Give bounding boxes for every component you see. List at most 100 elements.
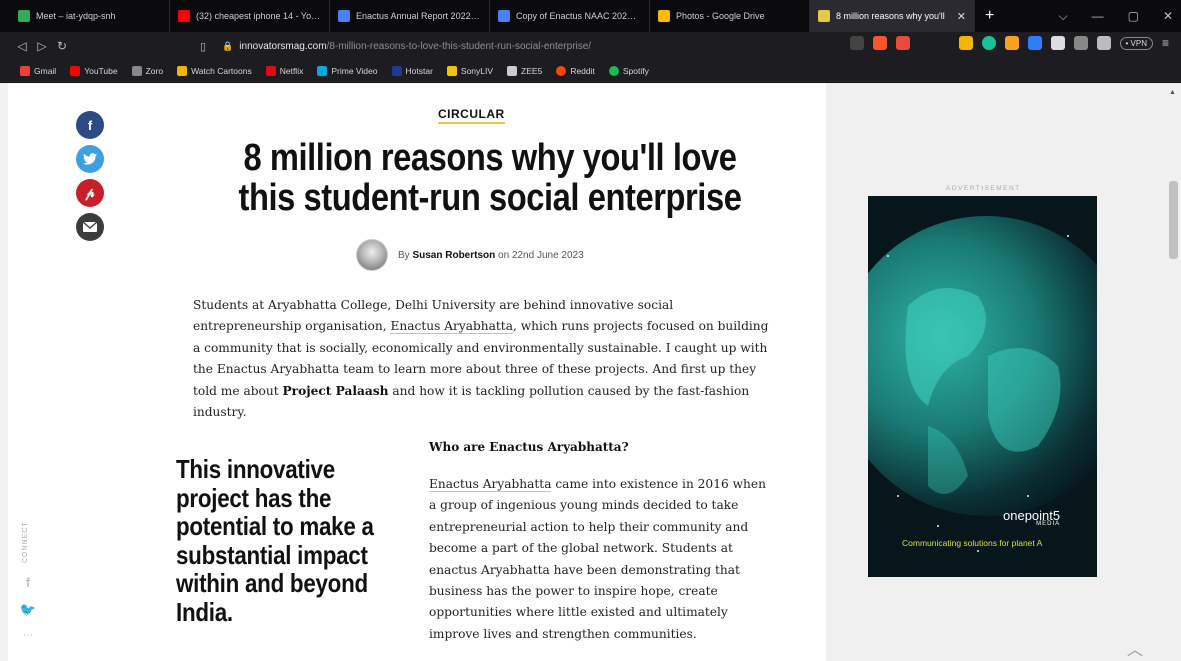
lock-icon: 🔒	[222, 40, 234, 51]
tab-label: Copy of Enactus NAAC 2021-22	[516, 11, 641, 21]
tab-naac[interactable]: Copy of Enactus NAAC 2021-22	[490, 0, 650, 32]
bookmark-watch-cartoons[interactable]: Watch Cartoons	[177, 65, 252, 76]
twitter-icon[interactable]	[76, 145, 104, 173]
gmail-icon	[20, 65, 30, 76]
brave-shield-icon[interactable]	[872, 36, 887, 50]
tab-label: Meet – iat-ydqp-snh	[36, 11, 116, 21]
enactus-link[interactable]: Enactus Aryabhatta	[429, 477, 552, 492]
meet-icon	[18, 10, 30, 22]
chevron-down-icon[interactable]: ⌵	[1058, 9, 1067, 24]
publish-date: 22nd June 2023	[511, 249, 584, 261]
tab-active-article[interactable]: 8 million reasons why you'll ✕	[810, 0, 975, 32]
globe-illustration	[868, 216, 1097, 552]
site-favicon-icon	[818, 10, 830, 22]
forward-icon[interactable]: ▷	[32, 39, 52, 53]
scroll-up-icon[interactable]: ▲	[1169, 89, 1176, 96]
youtube-icon	[70, 65, 81, 76]
share-icon[interactable]	[849, 36, 864, 50]
cartoons-icon	[177, 65, 188, 76]
back-to-top-icon[interactable]: ︿	[1127, 636, 1143, 660]
more-icon[interactable]: ⋯	[23, 630, 33, 641]
author-name[interactable]: Susan Robertson	[412, 250, 495, 261]
body-paragraph: Enactus Aryabhatta came into existence i…	[429, 477, 766, 641]
bookmark-zoro[interactable]: Zoro	[131, 65, 163, 76]
ad-brand: onepoint5 MEDIA	[1003, 508, 1061, 527]
tab-label: Photos - Google Drive	[676, 11, 765, 21]
bookmark-icon[interactable]: ▯	[200, 40, 206, 53]
restore-icon[interactable]: ▢	[1128, 9, 1139, 23]
extension-dots-icon[interactable]	[958, 36, 973, 50]
grammarly-icon[interactable]	[981, 36, 996, 50]
connect-label: CONNECT	[22, 521, 29, 563]
article-title: 8 million reasons why you'll love this s…	[238, 137, 742, 219]
author-avatar	[356, 239, 388, 271]
browser-window: Meet – iat-ydqp-snh (32) cheapest iphone…	[0, 0, 1181, 661]
facebook-icon[interactable]: f	[26, 575, 30, 590]
bookmark-netflix[interactable]: Netflix	[265, 65, 303, 76]
enactus-link[interactable]: Enactus Aryabhatta	[390, 319, 513, 335]
rewards-icon[interactable]	[895, 36, 910, 50]
close-tab-icon[interactable]: ✕	[957, 10, 966, 23]
tab-meet[interactable]: Meet – iat-ydqp-snh	[10, 0, 170, 32]
youtube-icon	[178, 10, 190, 22]
article-category[interactable]: CIRCULAR	[438, 107, 505, 124]
download-icon[interactable]	[1073, 36, 1088, 50]
facebook-icon[interactable]: f	[76, 111, 104, 139]
window-controls: ⌵ — ▢ ✕	[1058, 0, 1173, 32]
tab-label: 8 million reasons why you'll	[836, 11, 945, 21]
extension-download-icon[interactable]	[1027, 36, 1042, 50]
back-icon[interactable]: ◁	[12, 39, 32, 53]
follow-icons: f 🐦 ⋯	[20, 575, 36, 641]
page-scrollbar[interactable]: ▲	[1166, 83, 1181, 661]
extension-icons: • VPN ≡	[849, 36, 1169, 50]
google-drive-icon	[658, 10, 670, 22]
bookmark-spotify[interactable]: Spotify	[608, 65, 649, 76]
tab-annual-report[interactable]: Enactus Annual Report 2022-23	[330, 0, 490, 32]
docs-icon	[498, 10, 510, 22]
bookmark-hotstar[interactable]: Hotstar	[391, 65, 433, 76]
netflix-icon	[265, 65, 276, 76]
url-host: innovatorsmag.com	[239, 40, 327, 52]
new-tab-button[interactable]: +	[975, 7, 1004, 25]
bookmark-sonyliv[interactable]: SonyLIV	[446, 65, 493, 76]
bookmark-reddit[interactable]: Reddit	[556, 65, 595, 76]
tab-label: Enactus Annual Report 2022-23	[356, 11, 481, 21]
date-prefix: on	[498, 249, 510, 261]
bookmark-zee5[interactable]: ZEE5	[507, 65, 542, 76]
ad-tagline: Communicating solutions for planet A	[902, 538, 1043, 548]
pinterest-icon[interactable]: 𝓅	[76, 179, 104, 207]
web-page: f 𝓅 CIRCULAR 8 million reasons why you'l…	[0, 83, 1181, 661]
sidebar-icon[interactable]	[1096, 36, 1111, 50]
docs-icon	[338, 10, 350, 22]
bookmark-prime-video[interactable]: Prime Video	[317, 65, 378, 76]
section-heading: Who are Enactus Aryabhatta?	[429, 440, 629, 454]
extension-a-icon[interactable]	[1004, 36, 1019, 50]
tab-youtube[interactable]: (32) cheapest iphone 14 - YouTu	[170, 0, 330, 32]
intro-paragraph: Students at Aryabhatta College, Delhi Un…	[193, 298, 769, 420]
url-path: /8-million-reasons-to-love-this-student-…	[326, 40, 592, 52]
url-field[interactable]: ▯ 🔒 innovatorsmag.com/8-million-reasons-…	[200, 37, 870, 55]
close-window-icon[interactable]: ✕	[1163, 9, 1173, 23]
pull-quote: This innovative project has the potentia…	[176, 454, 374, 627]
zoro-icon	[131, 65, 142, 76]
byline-prefix: By	[398, 249, 410, 261]
sonyliv-icon	[446, 65, 457, 76]
twitter-icon[interactable]: 🐦	[20, 602, 36, 618]
puzzle-icon[interactable]	[1050, 36, 1065, 50]
share-buttons: f 𝓅	[76, 111, 104, 241]
vpn-button[interactable]: • VPN	[1119, 36, 1153, 50]
tab-strip: Meet – iat-ydqp-snh (32) cheapest iphone…	[0, 0, 1181, 32]
prime-video-icon	[317, 65, 328, 76]
menu-icon[interactable]: ≡	[1162, 36, 1169, 50]
tab-label: (32) cheapest iphone 14 - YouTu	[196, 11, 321, 21]
reload-icon[interactable]: ↻	[52, 39, 72, 53]
address-bar-row: ◁ ▷ ↻ ▯ 🔒 innovatorsmag.com/8-million-re…	[0, 32, 1181, 60]
minimize-icon[interactable]: —	[1092, 9, 1104, 23]
scrollbar-thumb[interactable]	[1169, 181, 1178, 259]
bookmark-gmail[interactable]: Gmail	[20, 65, 56, 76]
bookmark-youtube[interactable]: YouTube	[70, 65, 118, 76]
tab-google-drive[interactable]: Photos - Google Drive	[650, 0, 810, 32]
email-icon[interactable]	[76, 213, 104, 241]
bookmarks-bar: Gmail YouTube Zoro Watch Cartoons Netfli…	[0, 60, 1181, 82]
advertisement-banner[interactable]: onepoint5 MEDIA Communicating solutions f…	[868, 196, 1097, 577]
